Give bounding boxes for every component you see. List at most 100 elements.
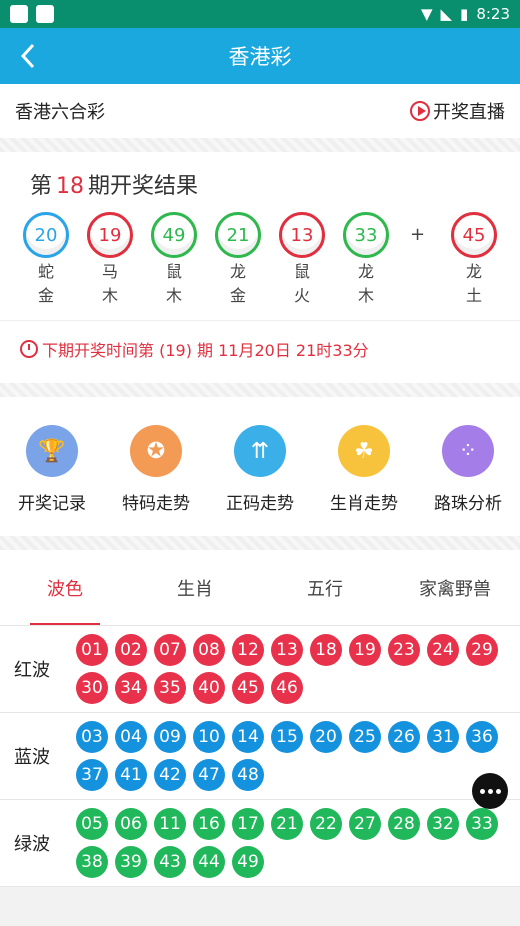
number-ball: 30: [76, 672, 108, 704]
number-ball: 22: [310, 808, 342, 840]
clock-icon: [20, 340, 38, 358]
plus-sign: +: [410, 224, 426, 245]
page-title: 香港彩: [228, 45, 292, 69]
result-ball: 13 鼠火: [278, 212, 342, 306]
next-draw-text: 下期开奖时间第 (19) 期 11月20日 21时33分: [42, 341, 369, 360]
live-draw-button[interactable]: 开奖直播: [410, 98, 505, 124]
number-ball: 06: [115, 808, 147, 840]
menu-item-label: 正码走势: [226, 494, 294, 514]
wave-row: 绿波 05 06 11 16 17 21 22 27 28 32 33 38 39 43 44 49: [0, 800, 520, 887]
draw-result-panel: 第 18 期开奖结果 20 蛇金 19 马木 49 鼠木 21 龙金 13 鼠火 33 龙木 +45 龙土 下…: [0, 152, 520, 383]
result-balls: 20 蛇金 19 马木 49 鼠木 21 龙金 13 鼠火 33 龙木 +45 龙土: [0, 200, 520, 306]
trophy-icon: 🏆: [26, 425, 78, 477]
ball-element: 金: [37, 286, 54, 305]
medal-icon: ✪: [130, 425, 182, 477]
menu-item[interactable]: ⇈ 正码走势: [210, 425, 310, 514]
issue-number: 18: [56, 174, 85, 199]
chat-button[interactable]: [472, 773, 508, 809]
number-ball: 49: [232, 846, 264, 878]
rabbit-icon: ☘: [338, 425, 390, 477]
menu-item-label: 开奖记录: [18, 494, 86, 514]
wave-numbers: 05 06 11 16 17 21 22 27 28 32 33 38 39 43 44 49: [76, 808, 520, 878]
back-button[interactable]: [12, 40, 44, 72]
result-ball: 49 鼠木: [150, 212, 214, 306]
result-title: 第 18 期开奖结果: [0, 168, 520, 200]
menu-item[interactable]: ⁘ 路珠分析: [418, 425, 518, 514]
number-ball: 35: [154, 672, 186, 704]
trend-icon: ⇈: [234, 425, 286, 477]
number-ball: 29: [466, 634, 498, 666]
number-ball: 19: [349, 634, 381, 666]
number-ball: 43: [154, 846, 186, 878]
number-ball: 28: [388, 808, 420, 840]
ball-zodiac: 龙: [465, 262, 482, 281]
ball-element: 木: [165, 286, 182, 305]
ball-zodiac: 鼠: [165, 262, 182, 281]
ball-element: 火: [293, 286, 310, 305]
menu-item-label: 特码走势: [122, 494, 190, 514]
result-ball: 19 马木: [86, 212, 150, 306]
signal-icon: ◣: [440, 5, 453, 23]
beads-icon: ⁘: [442, 425, 494, 477]
feature-menu: 🏆 开奖记录 ✪ 特码走势 ⇈ 正码走势 ☘ 生肖走势 ⁘ 路珠分析: [0, 397, 520, 536]
status-time: 8:23: [476, 5, 510, 23]
tab[interactable]: 家禽野兽: [390, 550, 520, 625]
number-ball: 46: [271, 672, 303, 704]
number-ball: 48: [232, 759, 264, 791]
chat-dot: [487, 788, 493, 794]
category-tabs: 波色 生肖 五行 家禽野兽: [0, 550, 520, 626]
number-ball: 42: [154, 759, 186, 791]
ball-number: 49: [151, 212, 197, 258]
number-ball: 09: [154, 721, 186, 753]
number-ball: 24: [427, 634, 459, 666]
number-ball: 07: [154, 634, 186, 666]
ball-zodiac: 龙: [229, 262, 246, 281]
number-ball: 01: [76, 634, 108, 666]
notification-icon: [10, 5, 28, 23]
ball-number: 45: [451, 212, 497, 258]
number-ball: 26: [388, 721, 420, 753]
battery-icon: ▮: [460, 5, 469, 23]
divider: [0, 383, 520, 397]
number-ball: 31: [427, 721, 459, 753]
number-ball: 41: [115, 759, 147, 791]
wave-row: 蓝波 03 04 09 10 14 15 20 25 26 31 36 37 41 42 47 48: [0, 713, 520, 800]
number-ball: 27: [349, 808, 381, 840]
number-ball: 32: [427, 808, 459, 840]
tab[interactable]: 五行: [260, 550, 390, 625]
number-ball: 13: [271, 634, 303, 666]
ball-number: 13: [279, 212, 325, 258]
number-ball: 17: [232, 808, 264, 840]
wave-row: 红波 01 02 07 08 12 13 18 19 23 24 29 30 34 35 40 45 46: [0, 626, 520, 713]
wave-label: 绿波: [14, 834, 50, 855]
tab[interactable]: 波色: [0, 550, 130, 625]
ball-element: 木: [101, 286, 118, 305]
number-ball: 23: [388, 634, 420, 666]
menu-item-label: 生肖走势: [330, 494, 398, 514]
tab[interactable]: 生肖: [130, 550, 260, 625]
chat-dot: [479, 788, 485, 794]
number-ball: 37: [76, 759, 108, 791]
next-draw-time: 下期开奖时间第 (19) 期 11月20日 21时33分: [0, 320, 520, 383]
number-ball: 10: [193, 721, 225, 753]
menu-item[interactable]: ✪ 特码走势: [106, 425, 206, 514]
wave-numbers: 03 04 09 10 14 15 20 25 26 31 36 37 41 42 47 48: [76, 721, 520, 791]
chevron-left-icon: [20, 43, 35, 69]
number-ball: 45: [232, 672, 264, 704]
play-icon: [410, 101, 430, 121]
ball-number: 21: [215, 212, 261, 258]
menu-item[interactable]: ☘ 生肖走势: [314, 425, 414, 514]
number-ball: 20: [310, 721, 342, 753]
lottery-name: 香港六合彩: [15, 102, 105, 123]
number-ball: 25: [349, 721, 381, 753]
menu-item[interactable]: 🏆 开奖记录: [2, 425, 102, 514]
number-ball: 11: [154, 808, 186, 840]
number-ball: 03: [76, 721, 108, 753]
number-ball: 47: [193, 759, 225, 791]
number-ball: 33: [466, 808, 498, 840]
app-header: 香港彩: [0, 28, 520, 84]
menu-item-label: 路珠分析: [434, 494, 502, 514]
number-ball: 39: [115, 846, 147, 878]
result-ball: 20 蛇金: [22, 212, 86, 306]
number-ball: 36: [466, 721, 498, 753]
